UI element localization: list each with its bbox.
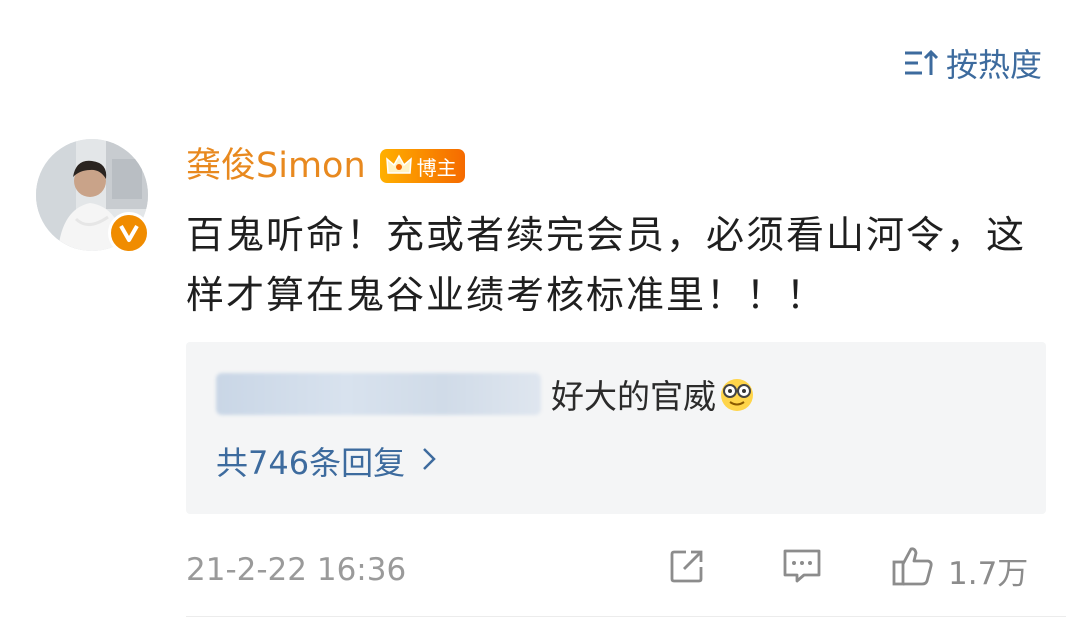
like-count: 1.7万 bbox=[948, 555, 1029, 592]
divider bbox=[186, 616, 1066, 617]
blurred-username bbox=[216, 373, 541, 415]
blogger-badge: 博主 bbox=[379, 149, 465, 183]
sort-icon bbox=[902, 44, 940, 82]
sort-label: 按热度 bbox=[945, 46, 1042, 84]
share-button[interactable] bbox=[666, 545, 708, 595]
reply-preview[interactable]: 好大的官威 共746条回复 bbox=[186, 342, 1046, 514]
chevron-right-icon bbox=[421, 442, 437, 480]
verified-badge-icon bbox=[108, 212, 150, 254]
reply-count-label: 共746条回复 bbox=[216, 444, 406, 482]
comment-text: 百鬼听命！充或者续完会员，必须看山河令，这样才算在鬼谷业绩考核标准里！！！ bbox=[186, 213, 1027, 317]
like-button[interactable]: 1.7万 bbox=[890, 544, 1028, 596]
view-replies-link[interactable]: 共746条回复 bbox=[216, 438, 437, 484]
reply-button[interactable] bbox=[780, 545, 824, 595]
badge-label: 博主 bbox=[416, 155, 457, 180]
comment-timestamp: 21-2-22 16:36 bbox=[186, 552, 407, 588]
crown-icon bbox=[384, 151, 414, 181]
share-icon bbox=[666, 545, 708, 595]
glasses-smile-emoji-icon bbox=[718, 375, 756, 413]
thumbs-up-icon bbox=[890, 544, 936, 596]
reply-text: 好大的官威 bbox=[551, 377, 716, 416]
comment-icon bbox=[780, 545, 824, 595]
author-name[interactable]: 龚俊Simon bbox=[186, 142, 366, 190]
sort-by-popularity-button[interactable]: 按热度 bbox=[902, 40, 1042, 86]
